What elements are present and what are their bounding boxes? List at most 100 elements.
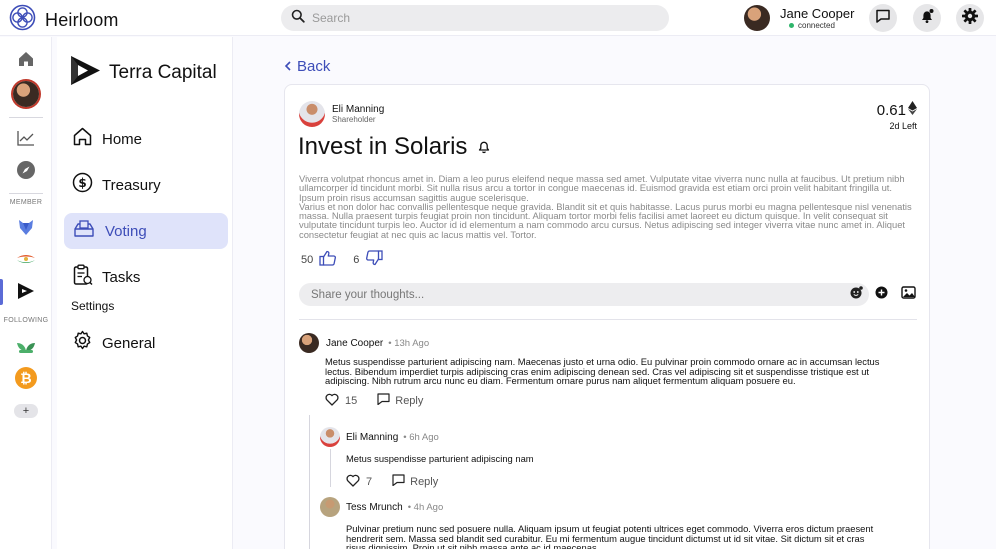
back-link[interactable]: Back (284, 58, 330, 75)
notifications-button[interactable] (913, 4, 941, 32)
chat-icon (875, 8, 891, 29)
bell-icon[interactable] (477, 133, 491, 161)
thumbs-down-icon[interactable] (365, 250, 384, 269)
bitcoin-icon: ₿ (14, 366, 38, 395)
svg-text:$: $ (78, 176, 86, 190)
price-value: 0.61 (876, 101, 906, 119)
rail-explore[interactable] (12, 158, 40, 186)
comment-reply: Tess Mrunch • 4h Ago Pulvinar pretium nu… (320, 497, 880, 549)
comment-reply: Eli Manning • 6h Ago Metus suspendisse p… (320, 427, 880, 490)
nav-voting[interactable]: Voting (64, 213, 228, 249)
chart-icon (16, 129, 36, 152)
status-text: connected (798, 21, 835, 30)
comment-time-value: 4h Ago (413, 501, 444, 513)
home-icon (72, 126, 93, 152)
rail-following-bitcoin[interactable]: ₿ (12, 366, 40, 394)
gear-icon (961, 7, 979, 30)
left-rail: MEMBER FOLLOWING ₿ + (0, 37, 52, 549)
messages-button[interactable] (869, 4, 897, 32)
terra-logo-icon (69, 54, 102, 92)
comment-tools (875, 286, 916, 304)
search-icon (291, 9, 305, 28)
nav-treasury[interactable]: $ Treasury (64, 167, 228, 203)
rail-divider (9, 117, 43, 118)
thumbs-up-icon[interactable] (319, 250, 337, 269)
user-avatar (744, 5, 770, 31)
comment-text: Metus suspendisse parturient adipiscing … (325, 356, 880, 387)
bell-icon (919, 8, 935, 29)
comment-author[interactable]: Tess Mrunch (346, 502, 403, 513)
add-icon[interactable] (875, 286, 888, 304)
image-icon[interactable] (901, 286, 916, 304)
time-left: 2d Left (889, 121, 917, 131)
author-avatar (299, 101, 325, 127)
rail-dao-fox[interactable] (12, 215, 40, 243)
add-dao-button[interactable]: + (14, 404, 38, 418)
author-role: Shareholder (332, 115, 376, 124)
settings-heading: Settings (71, 299, 115, 313)
nav-home[interactable]: Home (64, 121, 228, 157)
vote-row: 50 6 (301, 250, 384, 269)
heart-icon[interactable] (346, 474, 360, 490)
rail-following-plant[interactable] (12, 333, 40, 361)
profile-avatar (13, 81, 39, 107)
divider (299, 319, 917, 320)
comment-time: • 4h Ago (407, 501, 444, 513)
downvote-count: 6 (353, 253, 360, 266)
comment-author[interactable]: Jane Cooper (326, 338, 383, 349)
comment-placeholder: Share your thoughts... (311, 288, 425, 301)
proposal-body: Viverra volutpat rhoncus amet in. Diam a… (299, 174, 913, 239)
nav-tasks[interactable]: Tasks (64, 259, 228, 295)
comment-text: Metus suspendisse parturient adipiscing … (346, 453, 534, 464)
proposal-author[interactable]: Eli Manning Shareholder (299, 101, 384, 127)
following-label: FOLLOWING (3, 317, 49, 324)
dao-header[interactable]: Terra Capital (69, 54, 217, 92)
home-icon (17, 50, 35, 73)
comment-avatar (320, 427, 340, 447)
author-name: Eli Manning (332, 104, 385, 115)
search-input[interactable]: Search (281, 5, 669, 31)
proposal-paragraph: Viverra volutpat rhoncus amet in. Diam a… (299, 173, 905, 203)
rail-dao-terra[interactable] (12, 279, 40, 307)
clipboard-icon (72, 264, 93, 291)
nav-label: Home (102, 130, 143, 148)
comment: Jane Cooper • 13h Ago Metus suspendisse … (299, 333, 899, 409)
app-brand[interactable]: Heirloom (9, 4, 119, 36)
ethereum-icon (908, 101, 917, 119)
settings-button[interactable] (956, 4, 984, 32)
back-label: Back (297, 58, 331, 75)
user-menu[interactable]: Jane Cooper connected (744, 5, 854, 31)
comment-avatar (320, 497, 340, 517)
active-indicator (0, 279, 3, 305)
gear-icon (72, 330, 93, 356)
rail-divider (9, 193, 43, 194)
comment-time-value: 13h Ago (394, 337, 430, 349)
svg-text:₿: ₿ (20, 371, 31, 387)
dao-sidebar: Terra Capital Home $ Treasury Voting Tas… (57, 37, 233, 549)
comment-icon (377, 393, 390, 408)
nav-general[interactable]: General (64, 325, 228, 361)
comment-input[interactable]: Share your thoughts... (299, 283, 869, 306)
proposal-title: Invest in Solaris (298, 133, 468, 160)
rail-analytics[interactable] (12, 126, 40, 154)
nav-label: Voting (105, 222, 147, 240)
fox-logo-icon (16, 217, 36, 242)
rail-dao-flag[interactable] (12, 247, 40, 275)
sprout-logo-icon (15, 335, 37, 360)
rail-home[interactable] (12, 47, 40, 75)
emoji-icon[interactable] (850, 285, 863, 304)
reply-button[interactable]: Reply (392, 474, 438, 489)
member-label: MEMBER (9, 199, 43, 206)
thread-line (309, 415, 310, 549)
proposal-price: 0.61 2d Left (877, 101, 917, 131)
comment-time: • 6h Ago (403, 431, 439, 443)
comment-time-value: 6h Ago (409, 431, 439, 443)
rail-profile[interactable] (12, 80, 40, 108)
heart-icon[interactable] (325, 393, 339, 409)
dao-name: Terra Capital (109, 62, 217, 83)
reply-button[interactable]: Reply (377, 393, 423, 408)
chevron-left-icon (284, 58, 292, 75)
comment-author[interactable]: Eli Manning (346, 432, 398, 443)
swoosh-logo-icon (15, 252, 37, 271)
comment-icon (392, 474, 405, 489)
